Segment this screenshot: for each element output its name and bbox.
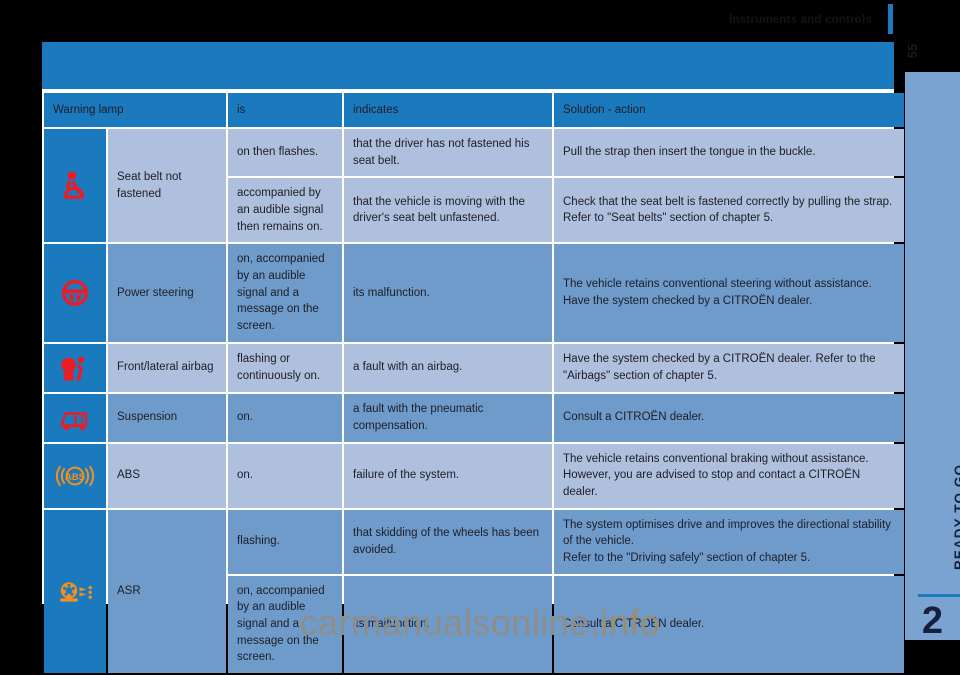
warning-lamp-name: Front/lateral airbag xyxy=(108,343,226,392)
table-body: Seat belt not fastened on then flashes. th… xyxy=(44,129,904,674)
warning-lamp-solution: Check that the seat belt is fastened cor… xyxy=(554,178,904,243)
table-row: ASR flashing. that skidding of the wheels … xyxy=(44,509,904,674)
table-row: ABS ABS on. failure of the system. The vehi… xyxy=(44,443,904,508)
warning-lamp-state: flashing or continuously on. xyxy=(228,343,342,392)
warning-lamp-indicates: that the driver has not fastened his sea… xyxy=(344,129,552,177)
warning-lamp-state: on then flashes. xyxy=(228,129,342,177)
page-folio: 55 xyxy=(904,43,920,59)
header-accent-rule xyxy=(888,4,893,34)
svg-text:ABS: ABS xyxy=(65,471,85,482)
seat-belt-icon xyxy=(53,169,97,203)
warning-lamp-solution: Consult a CITROËN dealer. xyxy=(554,575,904,674)
warning-lamp-indicates: a fault with the pneumatic compensation. xyxy=(344,393,552,442)
warning-lamp-name: Power steering xyxy=(108,244,226,342)
top-blue-band xyxy=(42,42,894,89)
col-header-indicates: indicates xyxy=(344,93,552,127)
suspension-icon xyxy=(53,401,97,435)
warning-lamp-solution: Pull the strap then insert the tongue in… xyxy=(554,129,904,177)
warning-lamp-solution: The vehicle retains conventional braking… xyxy=(554,443,904,508)
asr-icon xyxy=(53,574,97,608)
abs-icon: ABS xyxy=(53,459,97,493)
warning-lamp-solution: The vehicle retains conventional steerin… xyxy=(554,244,904,342)
table-row: Seat belt not fastened on then flashes. th… xyxy=(44,129,904,243)
table-row: Front/lateral airbag flashing or continuo… xyxy=(44,343,904,392)
col-header-solution: Solution - action xyxy=(554,93,904,127)
warning-lamp-indicates: a fault with an airbag. xyxy=(344,343,552,392)
warning-lamp-solution: The system optimises drive and improves … xyxy=(554,509,904,574)
table-header: Warning lamp is indicates Solution - act… xyxy=(44,93,904,127)
warning-lamp-icon-cell xyxy=(44,129,106,243)
running-head: Instruments and controls xyxy=(729,14,872,26)
warning-lamp-state: on. xyxy=(228,443,342,508)
warning-lamp-state: accompanied by an audible signal then re… xyxy=(228,178,342,243)
warning-lamp-state: on, accompanied by an audible signal and… xyxy=(228,575,342,674)
warning-lamp-indicates: that skidding of the wheels has been avo… xyxy=(344,509,552,574)
warning-lamp-solution: Have the system checked by a CITROËN dea… xyxy=(554,343,904,392)
warning-lamp-state: flashing. xyxy=(228,509,342,574)
airbag-icon xyxy=(53,351,97,385)
chapter-tab-number: 2 xyxy=(921,600,944,642)
col-header-is: is xyxy=(228,93,342,127)
table-row: Suspension on. a fault with the pneumatic … xyxy=(44,393,904,442)
warning-lamp-name: Seat belt not fastened xyxy=(108,129,226,243)
table-header-row: Warning lamp is indicates Solution - act… xyxy=(44,93,904,127)
content-plate: Warning lamp is indicates Solution - act… xyxy=(42,42,904,674)
warning-lamp-name: ASR xyxy=(108,509,226,674)
steering-wheel-icon xyxy=(53,276,97,310)
chapter-tab-divider xyxy=(918,594,960,597)
warning-lamp-name: Suspension xyxy=(108,393,226,442)
warning-lamp-indicates: that the vehicle is moving with the driv… xyxy=(344,178,552,243)
warning-lamp-icon-cell xyxy=(44,509,106,674)
warning-lamp-solution: Consult a CITROËN dealer. xyxy=(554,393,904,442)
warning-lamp-icon-cell xyxy=(44,244,106,342)
warning-lamp-state: on. xyxy=(228,393,342,442)
col-header-warning-lamp: Warning lamp xyxy=(44,93,226,127)
chapter-tab-label: READY TO GO xyxy=(952,463,960,570)
warning-lamp-icon-cell xyxy=(44,393,106,442)
warning-lamp-table: Warning lamp is indicates Solution - act… xyxy=(42,91,906,675)
warning-lamp-indicates: its malfunction. xyxy=(344,244,552,342)
warning-lamp-indicates: its malfunction. xyxy=(344,575,552,674)
chapter-tab: READY TO GO 2 xyxy=(905,72,960,640)
warning-lamp-icon-cell xyxy=(44,343,106,392)
warning-lamp-state: on, accompanied by an audible signal and… xyxy=(228,244,342,342)
warning-lamp-name: ABS xyxy=(108,443,226,508)
table-row: Power steering on, accompanied by an audi… xyxy=(44,244,904,342)
warning-lamp-icon-cell: ABS xyxy=(44,443,106,508)
warning-lamp-indicates: failure of the system. xyxy=(344,443,552,508)
